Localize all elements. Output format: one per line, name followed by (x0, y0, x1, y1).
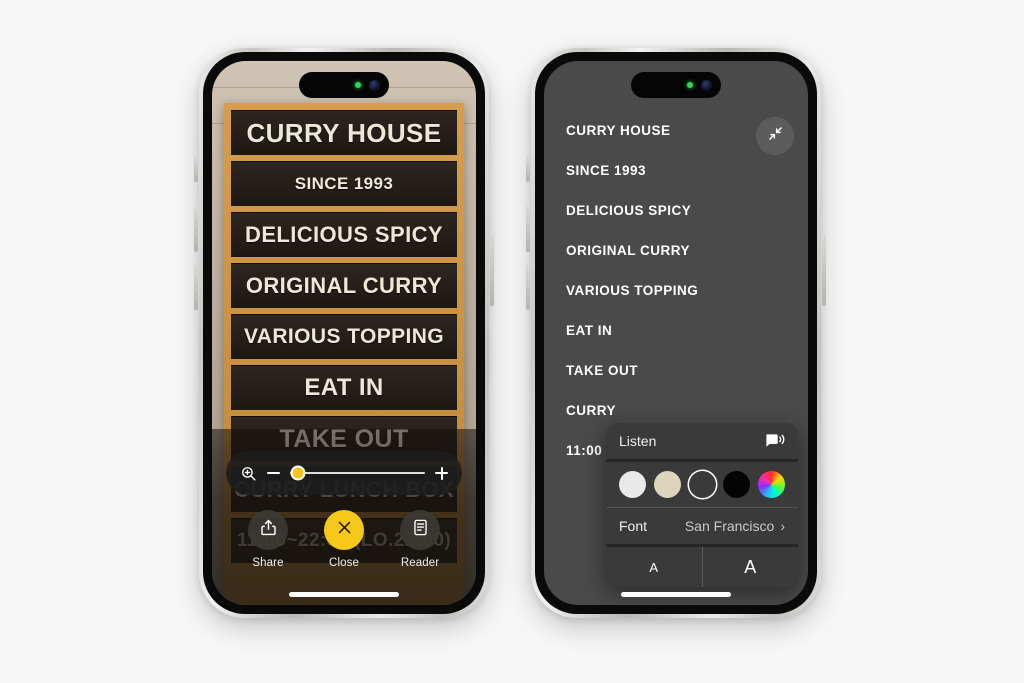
silence-switch[interactable] (526, 156, 530, 182)
reader-button-circle[interactable] (400, 510, 440, 550)
volume-up-button[interactable] (526, 206, 530, 252)
listen-row[interactable]: Listen (606, 423, 798, 459)
collapse-arrows-icon (767, 125, 784, 147)
reader-line: SINCE 1993 (566, 163, 647, 178)
increase-text-size-label: A (744, 556, 757, 577)
dynamic-island (299, 72, 389, 98)
font-row[interactable]: Font San Francisco › (606, 508, 798, 544)
power-button[interactable] (490, 234, 494, 306)
theme-swatch-row (606, 462, 798, 507)
zoom-in-magnifier-icon (240, 465, 257, 482)
reader-line: EAT IN (566, 323, 613, 338)
reader-line: VARIOUS TOPPING (566, 283, 699, 298)
font-label: Font (619, 518, 648, 534)
silence-switch[interactable] (194, 156, 198, 182)
action-button-row: Share Close Reader (212, 510, 476, 569)
zoom-in-button[interactable] (435, 466, 448, 480)
sign-row: ORIGINAL CURRY (231, 263, 457, 308)
reader-line: CURRY (566, 403, 617, 418)
decrease-text-size-button[interactable]: A (606, 547, 703, 587)
share-button-circle[interactable] (248, 510, 288, 550)
home-indicator[interactable] (621, 592, 731, 597)
volume-down-button[interactable] (526, 264, 530, 310)
theme-swatch-black[interactable] (723, 471, 751, 498)
share-icon (259, 518, 278, 542)
dynamic-island (631, 72, 721, 98)
sign-row: SINCE 1993 (231, 161, 457, 206)
power-button[interactable] (822, 234, 826, 306)
close-button[interactable]: Close (307, 510, 381, 569)
zoom-slider-thumb[interactable] (290, 465, 306, 481)
reader-line: DELICIOUS SPICY (566, 203, 692, 218)
right-phone-bezel: CURRY HOUSE SINCE 1993 DELICIOUS SPICY O… (535, 52, 817, 614)
reader-icon (411, 518, 430, 542)
theme-swatch-gray-selected[interactable] (689, 471, 716, 498)
sign-row: CURRY HOUSE (231, 110, 457, 155)
reader-view-container: CURRY HOUSE SINCE 1993 DELICIOUS SPICY O… (544, 61, 808, 605)
camera-active-indicator (355, 82, 361, 88)
reader-line: TAKE OUT (566, 363, 638, 378)
sign-row: VARIOUS TOPPING (231, 314, 457, 359)
screenshot-canvas: CURRY HOUSE SINCE 1993 DELICIOUS SPICY O… (0, 0, 1024, 683)
font-value: San Francisco (684, 518, 775, 534)
chevron-right-icon: › (780, 518, 785, 534)
camera-active-indicator (687, 82, 693, 88)
zoom-out-button[interactable] (267, 472, 280, 474)
sign-row: EAT IN (231, 365, 457, 410)
front-camera-icon (369, 79, 380, 91)
theme-swatch-color-wheel[interactable] (758, 471, 785, 498)
listen-label: Listen (619, 433, 657, 449)
right-phone-screen: CURRY HOUSE SINCE 1993 DELICIOUS SPICY O… (544, 61, 808, 605)
decrease-text-size-label: A (649, 559, 659, 575)
reader-button[interactable]: Reader (383, 510, 457, 569)
share-button-label: Share (252, 557, 284, 569)
zoom-slider-bar[interactable] (226, 451, 462, 495)
increase-text-size-button[interactable]: A (703, 547, 799, 587)
left-phone-device: CURRY HOUSE SINCE 1993 DELICIOUS SPICY O… (194, 48, 494, 618)
theme-swatch-white[interactable] (619, 471, 646, 498)
volume-up-button[interactable] (194, 206, 198, 252)
left-phone-screen: CURRY HOUSE SINCE 1993 DELICIOUS SPICY O… (212, 61, 476, 605)
home-indicator[interactable] (289, 592, 399, 597)
collapse-reader-button[interactable] (756, 117, 794, 155)
reader-format-popover: Listen Font San Francisco › A A (606, 423, 798, 587)
right-phone-device: CURRY HOUSE SINCE 1993 DELICIOUS SPICY O… (526, 48, 826, 618)
close-button-label: Close (329, 557, 359, 569)
front-camera-icon (701, 79, 712, 91)
reader-button-label: Reader (400, 557, 440, 569)
reader-line: ORIGINAL CURRY (566, 243, 691, 258)
share-button[interactable]: Share (231, 510, 305, 569)
volume-down-button[interactable] (194, 264, 198, 310)
zoom-slider-track[interactable] (290, 465, 425, 481)
sign-row: DELICIOUS SPICY (231, 212, 457, 257)
speaker-wave-icon[interactable] (764, 431, 785, 452)
close-icon (336, 519, 353, 541)
close-button-circle[interactable] (324, 510, 364, 550)
text-size-row: A A (606, 547, 798, 587)
font-value-group: San Francisco › (685, 518, 785, 534)
theme-swatch-sepia[interactable] (653, 471, 681, 498)
left-phone-bezel: CURRY HOUSE SINCE 1993 DELICIOUS SPICY O… (203, 52, 485, 614)
